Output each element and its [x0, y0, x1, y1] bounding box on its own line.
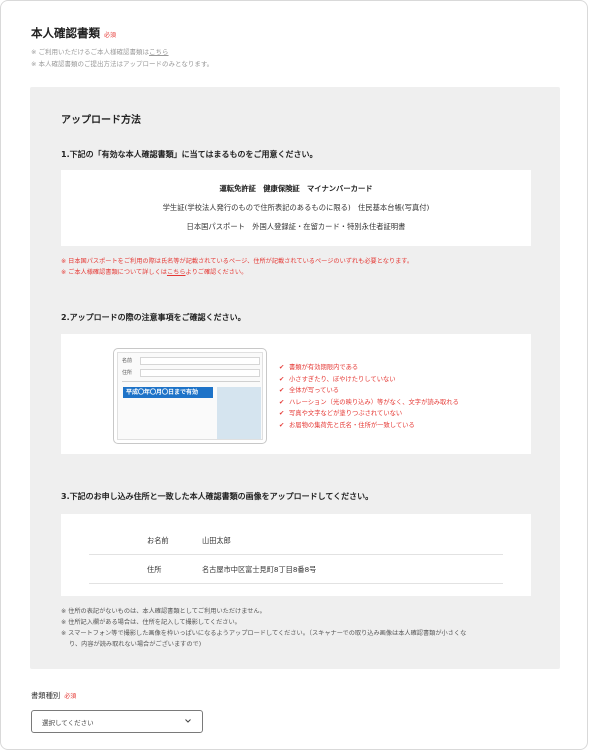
passport-note: ※ 日本国パスポートをご利用の際は氏名等が記載されているページ、住所が記載されて… — [61, 258, 414, 265]
document-type-label: 書類種別 必須 — [31, 691, 77, 700]
id-name-label: 名前 — [122, 358, 133, 364]
id-card-frame: 名前 住所 平成〇年〇月〇日まで有効 — [117, 352, 263, 440]
valid-document-line: 学生証(学校法人発行のもので住所表記のあるものに限る) 住民基本台帳(写真付) — [162, 203, 430, 212]
check-icon: ✔ — [279, 387, 285, 394]
section-title: 本人確認書類 必須 — [31, 26, 117, 40]
checklist-item: ✔ お届物の集荷先と氏名・住所が一致している — [279, 420, 459, 432]
upload-heading: アップロード方法 — [61, 115, 141, 126]
required-badge: 必須 — [104, 32, 117, 39]
id-card-illustration: 名前 住所 平成〇年〇月〇日まで有効 — [113, 348, 267, 444]
accepted-documents-link[interactable]: こちら — [149, 48, 169, 56]
step1-title: 1.下記の「有効な本人確認書類」に当てはまるものをご用意ください。 — [61, 150, 318, 159]
check-icon: ✔ — [279, 410, 285, 417]
id-divider — [122, 381, 260, 382]
upload-note: ※ 住所の表記がないものは、本人確認書類としてご利用いただけません。 — [61, 608, 266, 615]
valid-document-line: 日本国パスポート 外国人登録証・在留カード・特別永住者証明書 — [186, 222, 406, 231]
checklist-item: ✔ ハレーション（光の映り込み）等がなく、文字が読み取れる — [279, 397, 459, 409]
document-type-select[interactable]: 選択してください — [31, 710, 203, 733]
checklist-item: ✔ 書類が有効期限内である — [279, 362, 459, 374]
address-row-label: 住所 — [147, 565, 162, 574]
identity-document-card: 本人確認書類 必須 ※ ご利用いただけるご本人様確認書類はこちら ※ 本人確認書類… — [0, 0, 588, 750]
chevron-down-icon — [185, 719, 191, 723]
check-icon: ✔ — [279, 364, 285, 371]
valid-document-line: 運転免許証 健康保険証 マイナンバーカード — [219, 184, 373, 193]
id-address-label: 住所 — [122, 370, 133, 376]
address-row-value: 名古屋市中区富士見町8丁目8番8号 — [202, 565, 317, 574]
checklist-item: ✔ 全体が写っている — [279, 385, 459, 397]
id-address-field — [140, 369, 260, 377]
select-placeholder: 選択してください — [42, 719, 94, 727]
step3-title: 3.下記のお申し込み住所と一致した本人確認書類の画像をアップロードしてください。 — [61, 492, 374, 501]
upload-note: ※ スマートフォン等で撮影した画像を枠いっぱいになるようアップロードしてください… — [61, 630, 467, 637]
check-icon: ✔ — [279, 398, 285, 406]
valid-documents-box: 運転免許証 健康保険証 マイナンバーカード 学生証(学校法人発行のもので住所表記… — [61, 170, 531, 246]
checklist-item: ✔ 写真や文字などが塗りつぶされていない — [279, 408, 459, 420]
name-row-value: 山田太郎 — [202, 536, 231, 545]
id-photo-placeholder — [217, 387, 261, 439]
step2-title: 2.アップロードの際の注意事項をご確認ください。 — [61, 313, 246, 322]
upload-note: り、内容が読み取れない場合がございますので) — [69, 641, 202, 648]
checklist-item: ✔ 小さすぎたり、ぼやけたりしていない — [279, 374, 459, 386]
row-divider — [89, 583, 503, 584]
check-icon: ✔ — [279, 421, 285, 429]
document-details-note: ※ ご本人様確認書類について詳しくはこちらよりご確認ください。 — [61, 269, 248, 276]
required-badge: 必須 — [64, 693, 77, 700]
id-name-field — [140, 357, 260, 365]
check-icon: ✔ — [279, 375, 285, 383]
precautions-checklist: ✔ 書類が有効期限内である ✔ 小さすぎたり、ぼやけたりしていない ✔ 全体が写ってい… — [279, 362, 459, 431]
name-row-label: お名前 — [147, 536, 169, 545]
accepted-documents-note: ※ ご利用いただけるご本人様確認書類はこちら — [31, 48, 169, 56]
document-details-link[interactable]: こちら — [167, 269, 186, 276]
row-divider — [89, 554, 503, 555]
upload-note: ※ 住所記入欄がある場合は、住所を記入して撮影してください。 — [61, 619, 241, 626]
expiry-date-highlight: 平成〇年〇月〇日まで有効 — [123, 387, 213, 398]
submission-method-note: ※ 本人確認書類のご提出方法はアップロードのみとなります。 — [31, 60, 214, 68]
